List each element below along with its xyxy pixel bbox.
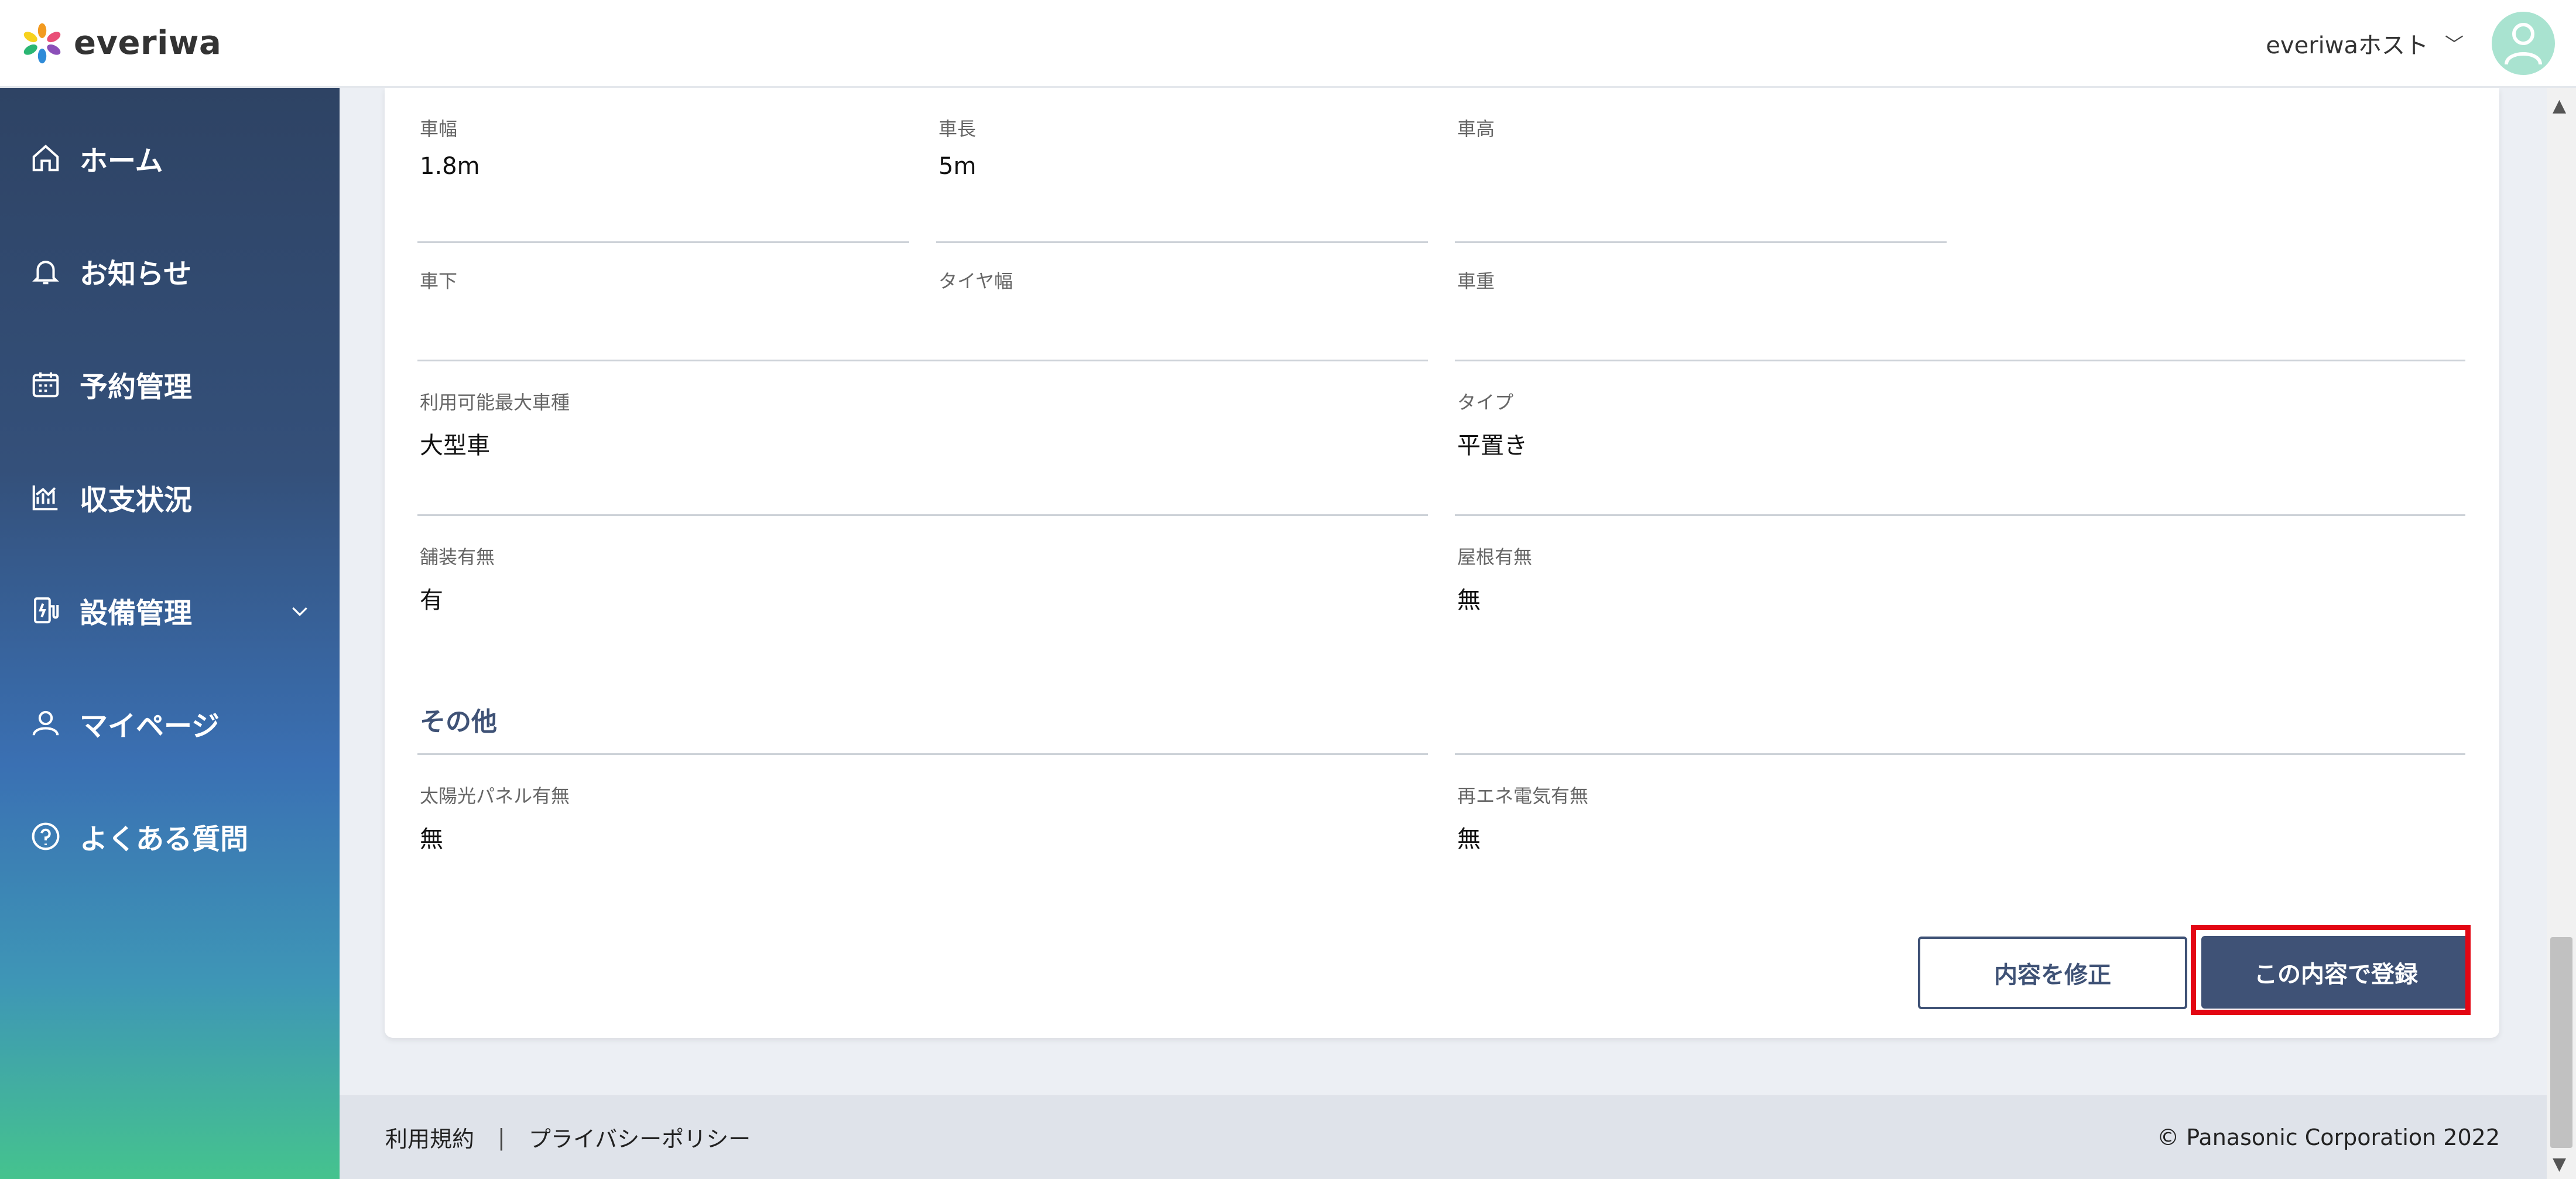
privacy-link[interactable]: プライバシーポリシー xyxy=(529,1121,751,1153)
user-name[interactable]: everiwaホスト xyxy=(2266,26,2428,60)
footer-links: 利用規約 | プライバシーポリシー xyxy=(385,1121,751,1153)
field-value: 無 xyxy=(1457,826,1481,853)
sidebar-item-finance[interactable]: 収支状況 xyxy=(0,459,340,535)
divider xyxy=(417,753,1428,755)
field-label: 車重 xyxy=(1457,270,1495,292)
field-paved: 舗装有無 有 xyxy=(420,542,1427,615)
sidebar: ホーム お知らせ 予約管理 収支状況 設備管理 マイページ よくある質問 xyxy=(0,88,340,1179)
scroll-up-icon[interactable]: ▲ xyxy=(2553,95,2566,116)
divider xyxy=(417,360,1428,361)
question-icon xyxy=(28,819,63,854)
user-icon xyxy=(28,706,63,741)
field-label: 利用可能最大車種 xyxy=(420,391,570,413)
avatar-person-icon xyxy=(2505,22,2542,65)
field-vehicle-weight: 車重 xyxy=(1457,266,2464,333)
field-roof: 屋根有無 無 xyxy=(1457,542,2464,615)
section-title-other: その他 xyxy=(420,707,497,737)
field-value xyxy=(1457,153,1949,181)
field-vehicle-height: 車高 xyxy=(1457,114,1949,181)
logo-text: everiwa xyxy=(74,24,222,62)
sidebar-item-news[interactable]: お知らせ xyxy=(0,233,340,309)
divider xyxy=(1455,241,1947,243)
sidebar-item-reservations[interactable]: 予約管理 xyxy=(0,346,340,422)
field-parking-type: タイプ 平置き xyxy=(1457,388,2464,460)
sidebar-item-label: ホーム xyxy=(80,145,163,177)
sidebar-item-label: 設備管理 xyxy=(80,597,193,630)
edit-button[interactable]: 内容を修正 xyxy=(1918,937,2187,1009)
field-max-vehicle-type: 利用可能最大車種 大型車 xyxy=(420,388,1427,460)
field-renewable-energy: 再エネ電気有無 無 xyxy=(1457,781,2464,854)
field-vehicle-length: 車長 5m xyxy=(938,114,1430,181)
field-label: 太陽光パネル有無 xyxy=(420,785,570,807)
user-menu[interactable]: everiwaホスト ﹀ xyxy=(2266,11,2555,75)
field-value: 大型車 xyxy=(420,432,490,459)
field-label: 車長 xyxy=(938,118,977,140)
scroll-down-icon[interactable]: ▼ xyxy=(2553,1154,2566,1174)
field-label: 再エネ電気有無 xyxy=(1457,785,1589,807)
logo[interactable]: everiwa xyxy=(21,22,221,64)
footer-separator: | xyxy=(498,1124,505,1150)
field-value: 平置き xyxy=(1457,432,1527,459)
divider xyxy=(417,241,909,243)
field-value xyxy=(938,305,1430,333)
charger-icon xyxy=(28,593,63,628)
field-solar-panel: 太陽光パネル有無 無 xyxy=(420,781,1427,854)
field-label: 屋根有無 xyxy=(1457,546,1533,568)
divider xyxy=(417,514,1428,516)
field-tire-width: タイヤ幅 xyxy=(938,266,1430,333)
logo-flower-icon xyxy=(23,23,61,63)
field-label: 舗装有無 xyxy=(420,546,495,568)
field-value: 無 xyxy=(420,826,443,853)
bell-icon xyxy=(28,254,63,289)
sidebar-item-label: よくある質問 xyxy=(80,823,249,856)
register-button[interactable]: この内容で登録 xyxy=(2201,936,2471,1009)
scrollbar-thumb[interactable] xyxy=(2550,937,2572,1148)
home-icon xyxy=(28,141,63,176)
sidebar-item-label: お知らせ xyxy=(80,258,192,291)
field-vehicle-width: 車幅 1.8m xyxy=(420,114,912,181)
field-value: 無 xyxy=(1457,587,1481,614)
field-label: タイヤ幅 xyxy=(938,270,1013,292)
footer: 利用規約 | プライバシーポリシー © Panasonic Corporatio… xyxy=(340,1095,2547,1179)
chevron-down-icon[interactable] xyxy=(288,599,311,625)
app-header: everiwa everiwaホスト ﹀ xyxy=(0,0,2576,88)
field-label: 車幅 xyxy=(420,118,458,140)
avatar[interactable] xyxy=(2492,11,2555,75)
sidebar-item-label: 収支状況 xyxy=(80,484,193,517)
calendar-icon xyxy=(28,367,63,402)
divider xyxy=(1455,753,2465,755)
field-ground-clearance: 車下 xyxy=(420,266,912,333)
terms-link[interactable]: 利用規約 xyxy=(385,1121,474,1153)
divider xyxy=(1455,514,2465,516)
sidebar-item-home[interactable]: ホーム xyxy=(0,120,340,196)
confirmation-card: 車幅 1.8m 車長 5m 車高 車下 タイヤ幅 車重 利用可能最大車種 大型車… xyxy=(385,88,2499,1038)
divider xyxy=(936,241,1428,243)
sidebar-item-label: 予約管理 xyxy=(80,371,193,404)
chart-icon xyxy=(28,480,63,515)
sidebar-item-faq[interactable]: よくある質問 xyxy=(0,798,340,874)
chevron-down-icon[interactable]: ﹀ xyxy=(2445,30,2464,57)
field-value: 有 xyxy=(420,587,443,614)
sidebar-item-facilities[interactable]: 設備管理 xyxy=(0,572,340,648)
field-label: 車高 xyxy=(1457,118,1495,140)
field-value: 5m xyxy=(938,153,977,180)
field-label: 車下 xyxy=(420,270,458,292)
divider xyxy=(1455,360,2465,361)
field-value xyxy=(1457,305,2464,333)
sidebar-item-mypage[interactable]: マイページ xyxy=(0,685,340,761)
field-label: タイプ xyxy=(1457,391,1514,413)
copyright: © Panasonic Corporation 2022 xyxy=(2157,1124,2500,1150)
field-value: 1.8m xyxy=(420,153,480,180)
sidebar-item-label: マイページ xyxy=(80,710,220,743)
field-value xyxy=(420,305,912,333)
